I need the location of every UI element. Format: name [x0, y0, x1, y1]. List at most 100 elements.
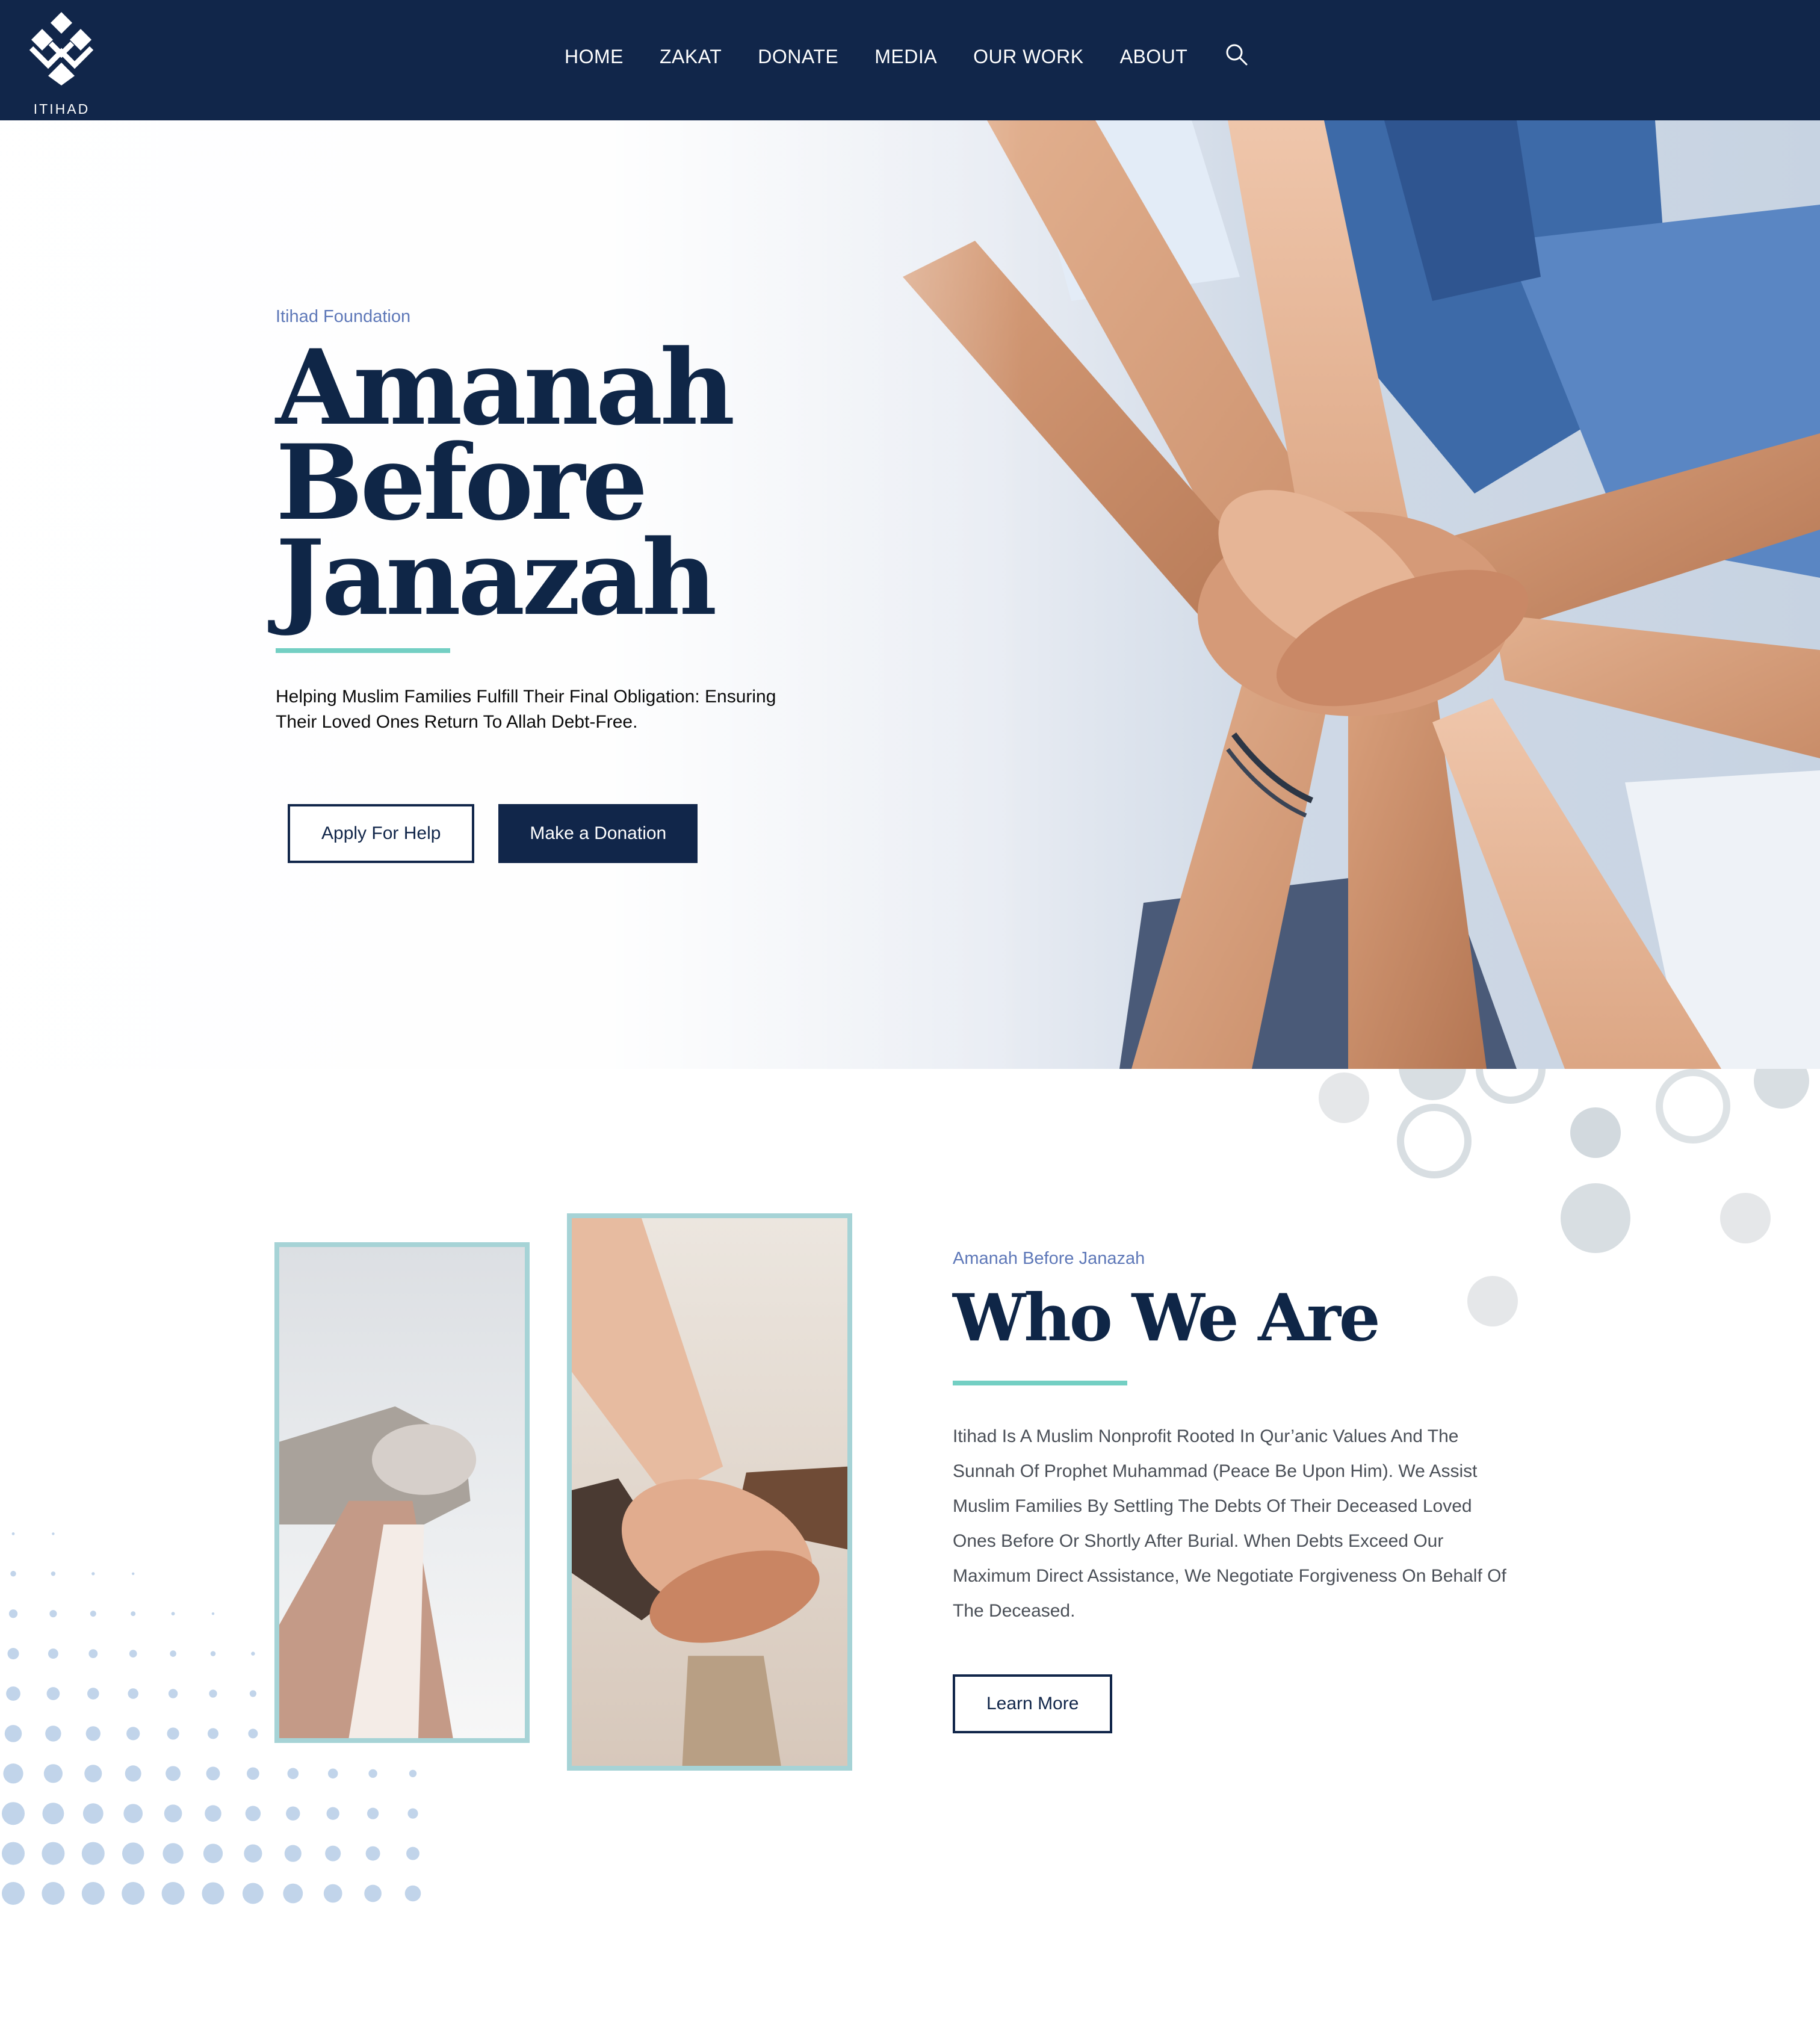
decorative-dot — [42, 1803, 64, 1825]
decorative-dot — [88, 1649, 98, 1659]
nav-home[interactable]: HOME — [565, 46, 624, 68]
brand-logo[interactable]: ITIHAD — [24, 11, 99, 117]
decorative-dot — [409, 1769, 417, 1777]
main-nav: HOME ZAKAT DONATE MEDIA OUR WORK ABOUT — [565, 37, 1250, 76]
decorative-dot — [251, 1651, 255, 1656]
nav-donate[interactable]: DONATE — [758, 46, 838, 68]
decorative-dot — [129, 1650, 137, 1657]
decorative-dot — [168, 1689, 178, 1698]
decorative-dot — [245, 1806, 261, 1821]
decorative-dot — [404, 1885, 421, 1902]
nav-zakat[interactable]: ZAKAT — [660, 46, 722, 68]
decorative-dot — [364, 1884, 382, 1902]
nav-about[interactable]: ABOUT — [1120, 46, 1188, 68]
decorative-dot — [4, 1725, 22, 1742]
decorative-dot — [42, 1842, 65, 1865]
decorative-dot — [49, 1610, 57, 1618]
hero-accent-bar — [276, 648, 450, 653]
search-icon[interactable] — [1224, 42, 1250, 68]
apply-for-help-button[interactable]: Apply For Help — [288, 804, 475, 863]
decorative-dot — [6, 1686, 20, 1701]
hero-title-line: Janazah — [276, 516, 717, 639]
make-donation-button[interactable]: Make a Donation — [498, 804, 698, 863]
decorative-dot — [203, 1843, 223, 1863]
decorative-dot — [249, 1690, 257, 1697]
decorative-dot — [85, 1726, 101, 1741]
decorative-dot — [164, 1804, 182, 1823]
decorative-dot — [287, 1768, 299, 1780]
decorative-dot — [207, 1728, 219, 1739]
decorative-dot — [242, 1883, 264, 1904]
decorative-dot — [161, 1882, 185, 1905]
decorative-dot — [125, 1765, 141, 1782]
decorative-dot — [3, 1763, 23, 1784]
hero-section: Itihad Foundation Amanah Before Janazah … — [0, 120, 1820, 1069]
decorative-dot — [166, 1766, 181, 1781]
decorative-dot — [52, 1532, 55, 1535]
decorative-dot — [126, 1727, 140, 1741]
decorative-dot — [284, 1845, 302, 1862]
decorative-dot — [202, 1882, 224, 1905]
decorative-dot — [43, 1764, 63, 1783]
decorative-dot — [167, 1727, 179, 1740]
decorative-dot — [91, 1572, 95, 1576]
decorative-dot — [407, 1808, 418, 1819]
decorative-dot — [7, 1648, 19, 1660]
decorative-dot — [122, 1842, 144, 1865]
decorative-dot — [90, 1611, 96, 1617]
decorative-dot — [211, 1612, 215, 1615]
decorative-dot — [247, 1767, 259, 1780]
decorative-dot — [323, 1884, 342, 1903]
decorative-dot — [286, 1806, 300, 1821]
decorative-dot — [131, 1611, 136, 1617]
about-description: Itihad Is A Muslim Nonprofit Rooted In Q… — [953, 1426, 1506, 1621]
logo-mark-icon — [29, 12, 94, 85]
clasped-hands-photo — [279, 1247, 525, 1738]
hero-content: Itihad Foundation Amanah Before Janazah … — [276, 307, 817, 735]
brand-name: ITIHAD — [33, 101, 90, 117]
decorative-dot — [209, 1689, 217, 1698]
hero-subtitle: Helping Muslim Families Fulfill Their Fi… — [276, 687, 776, 732]
hero-eyebrow: Itihad Foundation — [276, 307, 411, 326]
decorative-dot — [84, 1765, 102, 1783]
decorative-dot — [244, 1844, 262, 1863]
decorative-dot — [42, 1882, 65, 1905]
learn-more-button[interactable]: Learn More — [953, 1674, 1113, 1733]
about-content: Amanah Before Janazah Who We Are Itihad … — [953, 1249, 1506, 1629]
hero-buttons: Apply For Help Make a Donation — [288, 804, 698, 863]
decorative-dot — [11, 1532, 15, 1535]
decorative-dot — [327, 1768, 338, 1779]
decorative-dot — [171, 1612, 175, 1616]
nav-media[interactable]: MEDIA — [874, 46, 937, 68]
stacked-hands-photo — [572, 1218, 847, 1766]
decorative-dot — [2, 1882, 25, 1905]
decorative-dot — [82, 1803, 104, 1824]
about-image-stacked-hands — [567, 1213, 852, 1771]
about-title: Who We Are — [953, 1280, 1381, 1356]
nav-our-work[interactable]: OUR WORK — [973, 46, 1084, 68]
decorative-dot — [406, 1846, 419, 1860]
decorative-dot — [48, 1648, 58, 1659]
hero-title: Amanah Before Janazah — [276, 336, 817, 639]
decorative-dot — [128, 1688, 138, 1699]
decorative-dot — [45, 1726, 61, 1742]
about-accent-bar — [953, 1381, 1127, 1385]
decorative-dot — [87, 1688, 99, 1700]
decorative-dot — [210, 1651, 216, 1656]
decorative-dot — [283, 1883, 303, 1904]
decorative-dot — [51, 1571, 56, 1576]
decorative-dot — [368, 1769, 377, 1778]
decorative-dot — [326, 1807, 339, 1820]
about-image-clasped-hands — [274, 1242, 530, 1743]
decorative-dot — [2, 1802, 25, 1825]
decorative-dot — [2, 1842, 25, 1865]
decorative-dot — [325, 1845, 341, 1862]
about-eyebrow: Amanah Before Janazah — [953, 1249, 1145, 1268]
decorative-dot — [123, 1804, 143, 1824]
decorative-dot — [365, 1846, 380, 1861]
decorative-dot — [162, 1843, 184, 1864]
decorative-dot — [46, 1687, 60, 1700]
decorative-dot — [10, 1571, 16, 1577]
decorative-dot — [205, 1805, 221, 1822]
decorative-dot — [132, 1572, 135, 1575]
